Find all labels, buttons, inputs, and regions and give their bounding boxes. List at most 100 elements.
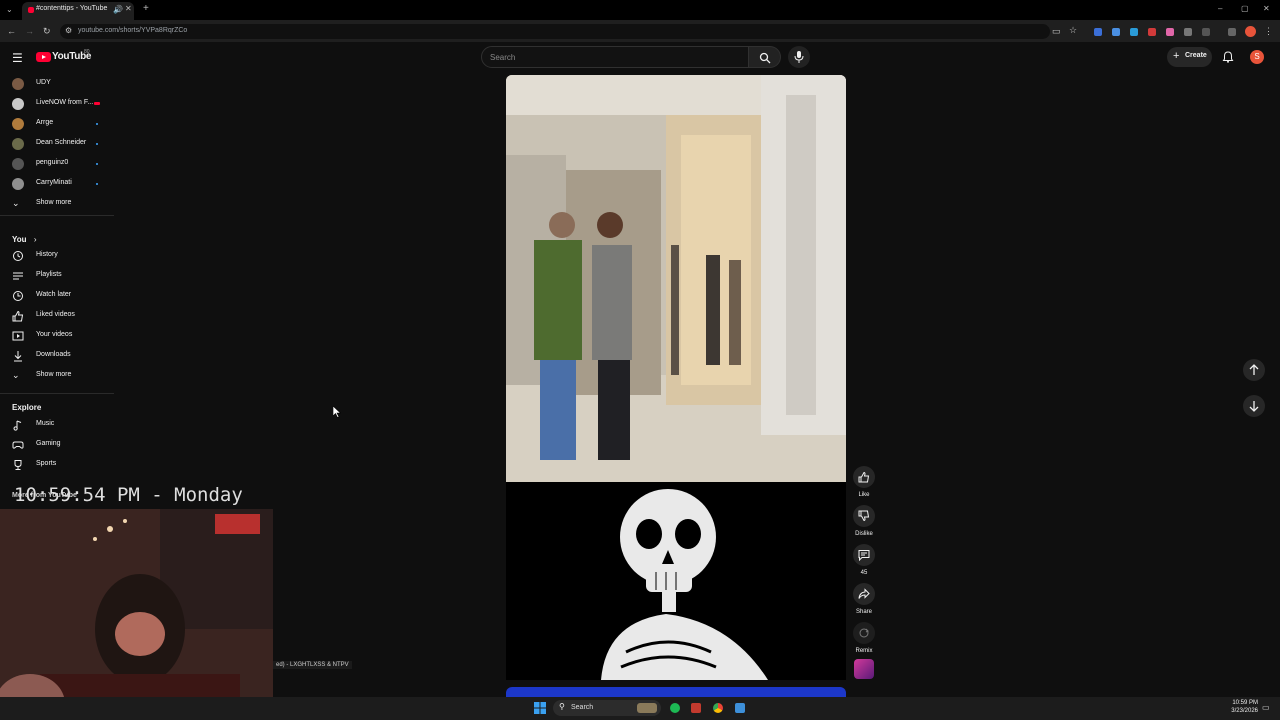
sidebar-item-label: Liked videos <box>36 311 75 318</box>
mouse-cursor-icon <box>333 406 341 418</box>
sidebar-item-downloads[interactable]: Downloads <box>0 346 112 366</box>
sidebar-item-playlists[interactable]: Playlists <box>0 266 112 286</box>
search-icon <box>759 52 771 64</box>
search-input[interactable]: Search <box>481 46 749 68</box>
site-info-icon[interactable]: ⚙ <box>65 26 72 35</box>
new-tab-icon[interactable]: + <box>143 3 149 14</box>
url-bar[interactable] <box>60 24 1050 39</box>
watch-later-icon <box>13 291 23 301</box>
sidebar-item-label: Music <box>36 420 55 427</box>
share-button[interactable] <box>853 583 875 605</box>
notification-center-icon[interactable]: ▭ <box>1262 703 1270 712</box>
browser-menu-icon[interactable]: ⋮ <box>1264 26 1273 37</box>
sidebar-divider <box>0 393 114 394</box>
taskbar-search-label: Search <box>571 704 594 711</box>
extensions-puzzle-icon[interactable] <box>1202 28 1210 36</box>
sound-thumbnail[interactable] <box>854 659 874 679</box>
reload-icon[interactable]: ↻ <box>43 26 51 37</box>
previous-short-button[interactable] <box>1243 359 1265 381</box>
sidebar-item-label: Sports <box>36 460 57 467</box>
bookmark-star-icon[interactable]: ☆ <box>1069 25 1077 36</box>
channel-avatar <box>12 118 24 130</box>
extension-icon[interactable] <box>1112 28 1120 36</box>
maximize-icon[interactable]: ▢ <box>1241 4 1249 13</box>
subscription-label: penguinz0 <box>36 159 69 166</box>
search-button[interactable] <box>749 46 781 68</box>
gaming-icon <box>12 441 24 449</box>
history-icon <box>13 251 23 261</box>
sidebar-item-your-videos[interactable]: Your videos <box>0 326 112 346</box>
minimize-icon[interactable]: – <box>1218 4 1222 13</box>
create-button[interactable]: + Create <box>1167 47 1212 67</box>
voice-search-button[interactable] <box>788 46 810 68</box>
taskbar-date[interactable]: 3/23/2026 <box>1226 708 1258 714</box>
comments-button[interactable] <box>853 544 875 566</box>
sidebar-item-gaming[interactable]: Gaming <box>0 435 112 455</box>
chrome-icon[interactable] <box>713 703 723 713</box>
show-more-you[interactable]: ⌄ Show more <box>0 366 112 386</box>
channel-avatar <box>12 98 24 110</box>
sidebar-item-label: Watch later <box>36 291 72 298</box>
sidebar-item-watch-later[interactable]: Watch later <box>0 286 112 306</box>
subscription-item[interactable]: penguinz0 <box>0 154 112 174</box>
tab-audio-icon[interactable]: 🔊 <box>113 5 123 14</box>
next-short-button[interactable] <box>1243 395 1265 417</box>
sidebar-item-sports[interactable]: Sports <box>0 455 112 475</box>
sidebar-item-music[interactable]: Music <box>0 415 112 435</box>
sidebar-item-liked-videos[interactable]: Liked videos <box>0 306 112 326</box>
you-header-label: You <box>12 235 27 244</box>
explore-header: Explore <box>12 403 42 412</box>
extension-icon[interactable] <box>1130 28 1138 36</box>
extension-icon[interactable] <box>1184 28 1192 36</box>
tab-list-icon[interactable]: ⌄ <box>6 5 13 14</box>
menu-hamburger-icon[interactable]: ☰ <box>12 51 23 65</box>
like-button[interactable] <box>853 466 875 488</box>
tab-close-icon[interactable]: ✕ <box>125 4 132 13</box>
dislike-button[interactable] <box>853 505 875 527</box>
short-video-player[interactable] <box>506 75 846 482</box>
forward-icon[interactable]: → <box>25 26 34 36</box>
tab-title: #contenttips - YouTube <box>36 5 108 12</box>
next-short-preview[interactable] <box>506 687 846 697</box>
show-more-subscriptions[interactable]: ⌄ Show more <box>0 194 112 214</box>
channel-avatar <box>12 178 24 190</box>
app-icon[interactable] <box>691 703 701 713</box>
thumbs-down-icon <box>858 510 870 522</box>
arrow-down-icon <box>1249 401 1259 412</box>
cast-icon[interactable]: ▭ <box>1052 26 1061 37</box>
show-more-label: Show more <box>36 371 72 378</box>
music-icon <box>13 420 22 431</box>
new-content-dot <box>96 123 98 125</box>
next-short-video[interactable] <box>506 482 846 680</box>
remix-button[interactable] <box>853 622 875 644</box>
search-highlight-icon <box>637 703 657 713</box>
extension-icon[interactable] <box>1148 28 1156 36</box>
search-icon: ⚲ <box>559 702 565 711</box>
you-section-header[interactable]: You › <box>12 231 37 245</box>
taskbar-time[interactable]: 10:59 PM <box>1226 700 1258 706</box>
subscription-item[interactable]: LiveNOW from F... <box>0 94 112 114</box>
channel-avatar <box>12 78 24 90</box>
browser-tab-strip <box>0 0 1280 20</box>
account-avatar[interactable]: S <box>1250 50 1264 64</box>
windows-start-icon[interactable] <box>534 702 546 714</box>
subscription-item[interactable]: Arrge <box>0 114 112 134</box>
subscription-item[interactable]: Dean Schneider <box>0 134 112 154</box>
notifications-bell-icon[interactable] <box>1222 51 1234 63</box>
vscode-icon[interactable] <box>735 703 745 713</box>
new-content-dot <box>96 163 98 165</box>
profile-icon[interactable] <box>1245 26 1256 37</box>
create-label: Create <box>1185 52 1207 59</box>
window-close-icon[interactable]: ✕ <box>1263 4 1270 13</box>
extension-icon[interactable] <box>1166 28 1174 36</box>
subscription-item[interactable]: CarryMinati <box>0 174 112 194</box>
extension-icon[interactable] <box>1094 28 1102 36</box>
spotify-icon[interactable] <box>670 703 680 713</box>
youtube-logo-icon[interactable] <box>36 52 51 62</box>
back-icon[interactable]: ← <box>7 26 16 36</box>
subscription-item[interactable]: UDY <box>0 74 112 94</box>
subscription-label: Dean Schneider <box>36 139 87 146</box>
taskbar-search[interactable]: ⚲ Search <box>553 700 661 716</box>
extension-icon[interactable] <box>1228 28 1236 36</box>
sidebar-item-history[interactable]: History <box>0 246 112 266</box>
